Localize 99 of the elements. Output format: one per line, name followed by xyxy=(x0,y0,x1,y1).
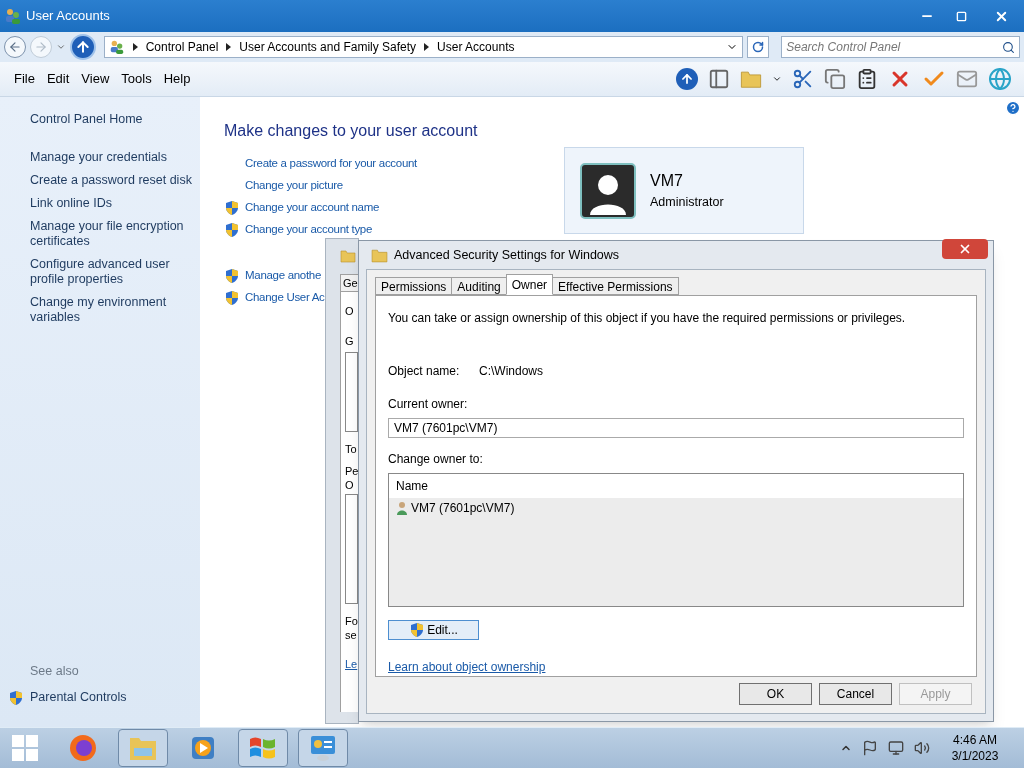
dialog-label: Pe xyxy=(345,464,358,478)
scissors-icon[interactable] xyxy=(792,68,814,90)
users-icon xyxy=(108,39,125,55)
taskbar-app[interactable] xyxy=(238,729,288,767)
owner-name[interactable]: VM7 (7601pc\VM7) xyxy=(411,498,515,517)
taskbar-app[interactable] xyxy=(298,729,348,767)
dialog-label: Fo xyxy=(345,614,358,628)
back-button[interactable] xyxy=(4,36,26,58)
refresh-button[interactable] xyxy=(747,36,770,58)
users-icon xyxy=(4,7,22,25)
breadcrumb-item[interactable]: Control Panel xyxy=(145,38,219,56)
sidebar-link[interactable]: Parental Controls xyxy=(30,688,127,707)
task-link[interactable]: Create a password for your account xyxy=(245,155,417,173)
owner-field[interactable]: VM7 (7601pc\VM7) xyxy=(388,418,964,438)
help-icon[interactable] xyxy=(1005,100,1021,116)
dialog-tab[interactable]: Auditing xyxy=(451,277,507,295)
sidebar-link[interactable]: Configure advanced user profile properties xyxy=(30,256,192,287)
dialog-label: se xyxy=(345,628,358,642)
speaker-icon[interactable] xyxy=(914,740,930,756)
sidebar-link[interactable]: Manage your file encryption certificates xyxy=(30,218,192,249)
up-button[interactable] xyxy=(69,34,96,60)
user-avatar xyxy=(580,162,636,219)
menu-item[interactable]: Tools xyxy=(115,69,158,89)
sidebar-link[interactable]: Link online IDs xyxy=(30,195,192,211)
account-type: Administrator xyxy=(650,194,724,212)
breadcrumb-item[interactable]: User Accounts xyxy=(437,38,515,56)
control-panel-icon xyxy=(308,733,338,763)
close-button[interactable] xyxy=(942,239,988,259)
intro-text: You can take or assign ownership of this object if you have the required permissions or privileges. xyxy=(388,310,907,327)
search-icon[interactable] xyxy=(1002,40,1015,54)
network-icon[interactable] xyxy=(888,740,904,756)
browser-icon xyxy=(68,733,98,763)
task-link[interactable]: Change your picture xyxy=(245,177,343,195)
menu-item[interactable]: Help xyxy=(157,69,197,89)
dialog-title: Advanced Security Settings for Windows xyxy=(394,246,620,264)
field-label: Change owner to: xyxy=(388,450,484,468)
sidebar-link[interactable]: Manage your credentials xyxy=(30,149,192,165)
dropdown-icon[interactable] xyxy=(772,74,782,84)
page-heading: Make changes to your user account xyxy=(224,121,479,141)
dialog-label: O xyxy=(345,478,355,492)
sidebar-link[interactable]: Change my environment variables xyxy=(30,294,192,325)
dialog-tab[interactable]: Effective Permissions xyxy=(552,277,679,295)
folder-icon xyxy=(740,68,762,90)
address-bar[interactable]: Control Panel User Accounts and Family Safety User Accounts xyxy=(103,36,744,58)
search-field[interactable]: Search Control Panel xyxy=(786,38,1002,56)
object-name: C:\Windows xyxy=(479,363,543,380)
sidebar-link[interactable]: Create a password reset disk xyxy=(30,172,192,188)
search-box[interactable]: Search Control Panel xyxy=(781,36,1020,58)
dialog-tab[interactable]: Permissions xyxy=(375,277,453,295)
help-link[interactable]: Le xyxy=(345,656,358,673)
clipboard-icon[interactable] xyxy=(856,68,878,90)
column-header: Name xyxy=(389,473,963,498)
task-link[interactable]: Change your account name xyxy=(245,199,380,217)
close-icon xyxy=(958,242,972,256)
chevron-icon xyxy=(226,43,232,51)
task-link[interactable]: Change User Ac xyxy=(245,289,325,307)
dialog-tab[interactable]: Owner xyxy=(505,274,554,295)
window-title: User Accounts xyxy=(26,7,110,26)
field-label: Current owner: xyxy=(388,396,469,413)
see-also-heading: See also xyxy=(30,662,80,680)
dialog-label: To xyxy=(345,442,358,456)
dialog-button[interactable]: Cancel xyxy=(819,683,892,705)
clock[interactable]: 4:46 AM 3/1/2023 xyxy=(940,732,1010,764)
breadcrumb-item[interactable]: User Accounts and Family Safety xyxy=(239,38,417,56)
menu-item[interactable]: File xyxy=(8,69,41,89)
dialog-tab[interactable]: Ge xyxy=(340,274,359,292)
account-name: VM7 xyxy=(650,171,684,192)
field-label: Object name: xyxy=(388,363,461,380)
task-link[interactable]: Change your account type xyxy=(245,221,373,239)
chevron-icon xyxy=(424,43,430,51)
copy-icon[interactable] xyxy=(824,68,846,90)
edit-button[interactable]: Edit... xyxy=(388,620,479,640)
dialog-label: O xyxy=(345,304,355,318)
task-link[interactable]: Manage anothe xyxy=(245,267,322,285)
recent-pages-icon[interactable] xyxy=(55,42,66,52)
folder-icon xyxy=(340,248,356,264)
back-arrow-icon xyxy=(7,40,22,54)
clock-date: 3/1/2023 xyxy=(951,748,999,764)
shield-icon xyxy=(409,622,426,638)
refresh-icon xyxy=(752,41,765,53)
globe-icon[interactable] xyxy=(988,67,1012,91)
menu-item[interactable]: View xyxy=(75,69,116,89)
dialog-button[interactable]: OK xyxy=(739,683,812,705)
chevron-icon xyxy=(132,43,138,51)
envelope-icon[interactable] xyxy=(956,68,978,90)
forward-arrow-icon xyxy=(33,40,48,54)
up-icon[interactable] xyxy=(676,68,698,90)
clock-time: 4:46 AM xyxy=(953,732,997,748)
help-link[interactable]: Learn about object ownership xyxy=(388,658,546,676)
flag-icon[interactable] xyxy=(862,740,878,756)
dialog-label: G xyxy=(345,334,355,348)
taskbar-app[interactable] xyxy=(118,729,168,767)
menu-item[interactable]: Edit xyxy=(40,69,76,89)
restore-icon xyxy=(955,10,967,22)
panel-icon[interactable] xyxy=(708,68,730,90)
user-icon xyxy=(396,500,408,515)
windows-logo-icon xyxy=(12,735,38,761)
sidebar-link[interactable]: Control Panel Home xyxy=(30,110,192,129)
play-icon xyxy=(189,734,217,762)
